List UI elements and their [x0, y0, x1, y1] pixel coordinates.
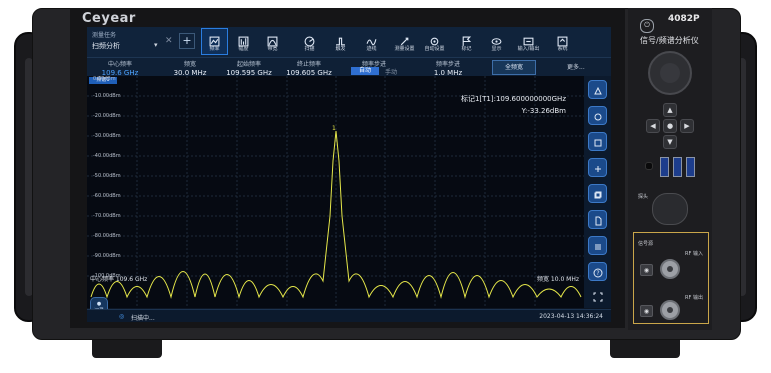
amplitude-icon — [231, 32, 256, 47]
usb-port-1 — [660, 157, 669, 177]
input-output-icon — [516, 32, 541, 46]
full-span-button[interactable]: 全频宽 — [492, 60, 536, 75]
arrow-right-icon[interactable]: ▶ — [680, 119, 694, 133]
probe-button[interactable] — [652, 193, 688, 225]
frequency-icon — [202, 32, 227, 47]
sweep-icon — [297, 32, 322, 47]
toolbar-input-output[interactable]: 输入/输出 — [515, 28, 542, 55]
stop-freq-param[interactable]: 终止频率 109.605 GHz — [283, 59, 335, 77]
rotary-knob[interactable] — [648, 51, 692, 95]
svg-text:?: ? — [596, 270, 599, 277]
marker-readout-freq: 标记1[T1]:109.600000000GHz — [460, 95, 566, 103]
spectrum-plot[interactable]: 频谱1 1 0.00dBm -10.00dBm -20.00dBm -30.00… — [87, 76, 584, 308]
toolbar-system[interactable]: 系统 — [549, 28, 576, 55]
toolbar-sweep[interactable]: 扫描 — [296, 28, 323, 55]
trigger-icon — [328, 32, 353, 46]
measure-setup-icon — [392, 32, 417, 46]
status-bar: ◎ 扫描中... 2023-04-13 14:36:24 — [87, 309, 611, 322]
status-time: 2023-04-13 14:36:24 — [539, 313, 603, 320]
mode-label: 测量任务 — [92, 32, 117, 39]
rf-out-switch[interactable]: ◉ — [640, 305, 653, 317]
rf-out-label: RF 输出 — [685, 295, 703, 301]
toolbar-measure-setup[interactable]: 测量设置 — [391, 28, 418, 55]
toolbar-frequency[interactable]: 频率 — [201, 28, 228, 55]
trace-icon — [359, 32, 384, 46]
toolbar-trace[interactable]: 迹线 — [358, 28, 385, 55]
brand-logo: Ceyear — [82, 11, 136, 26]
status-text: 扫描中... — [131, 315, 155, 322]
rf-in-switch[interactable]: ◉ — [640, 264, 653, 276]
svg-text:1: 1 — [332, 125, 336, 132]
usb-port-2 — [673, 157, 682, 177]
center-freq-param[interactable]: 中心频率 109.6 GHz — [95, 59, 145, 77]
screen: 测量任务 扫频分析 ▾ ✕ + 频率 幅度 带宽 扫描 触发 迹线 测量设置 自… — [87, 27, 611, 322]
toolbar: 测量任务 扫频分析 ▾ ✕ + 频率 幅度 带宽 扫描 触发 迹线 测量设置 自… — [87, 27, 611, 57]
parameter-bar: 中心频率 109.6 GHz 频宽 30.0 MHz 起始频率 109.595 … — [87, 57, 611, 77]
mode-selector[interactable]: 测量任务 扫频分析 ▾ — [92, 30, 160, 54]
usb-port-3 — [686, 157, 695, 177]
enter-button[interactable]: ● — [663, 119, 677, 133]
toolbar-bandwidth[interactable]: 带宽 — [259, 28, 286, 55]
model-label: 4082P — [668, 14, 700, 24]
marker-readout-level: Y:-33.26dBm — [521, 107, 566, 115]
marker-icon — [454, 32, 479, 46]
rf-in-label: RF 输入 — [685, 251, 703, 257]
mode-value: 扫频分析 — [92, 42, 120, 50]
x-axis-right-label: 频宽 10.0 MHz — [537, 276, 580, 283]
side-toolbar: ? — [584, 76, 611, 308]
arrow-down-icon[interactable]: ▼ — [663, 135, 677, 149]
toolbar-trigger[interactable]: 触发 — [327, 28, 354, 55]
system-icon — [550, 32, 575, 47]
list-icon[interactable] — [588, 236, 607, 255]
recall-icon[interactable] — [588, 158, 607, 177]
save-icon[interactable] — [588, 132, 607, 151]
toolbar-marker[interactable]: 标记 — [453, 28, 480, 55]
x-axis-left-label: 中心频率 109.6 GHz — [90, 276, 148, 283]
arrow-up-icon[interactable]: ▲ — [663, 103, 677, 117]
toolbar-display[interactable]: 显示 — [483, 28, 510, 55]
preset-icon[interactable] — [588, 80, 607, 99]
toolbar-amplitude[interactable]: 幅度 — [230, 28, 257, 55]
display-icon — [484, 32, 509, 45]
probe-label: 探头 — [638, 194, 649, 200]
step-manual-button[interactable]: 手动 — [385, 67, 397, 76]
span-param[interactable]: 频宽 30.0 MHz — [165, 59, 215, 77]
plot-grid: 1 — [87, 76, 584, 308]
gen-label: 信号源 — [638, 241, 654, 247]
rf-in-connector — [660, 259, 680, 279]
headphone-jack — [645, 162, 653, 170]
step-param[interactable]: 频率步进 1.0 MHz — [425, 59, 471, 77]
help-icon[interactable]: ? — [588, 262, 607, 281]
add-mode-button[interactable]: + — [179, 33, 195, 49]
marker-search-icon[interactable] — [588, 106, 607, 125]
close-icon[interactable]: ✕ — [165, 36, 173, 46]
start-freq-param[interactable]: 起始频率 109.595 GHz — [223, 59, 275, 77]
more-button[interactable]: 更多... — [567, 62, 585, 71]
fullscreen-icon[interactable] — [588, 286, 607, 305]
arrow-left-icon[interactable]: ◀ — [646, 119, 660, 133]
step-auto-button[interactable]: 自动 — [351, 67, 379, 75]
copy-icon[interactable] — [588, 184, 607, 203]
auto-setup-icon — [422, 32, 447, 46]
power-icon[interactable]: ⏻ — [640, 19, 654, 33]
toolbar-auto-setup[interactable]: 自动设置 — [421, 28, 448, 55]
device-title: 信号/频谱分析仪 — [640, 36, 699, 45]
status-icon: ◎ — [119, 313, 125, 320]
rf-out-connector — [660, 300, 680, 320]
bandwidth-icon — [260, 32, 285, 47]
file-icon[interactable] — [588, 210, 607, 229]
chevron-down-icon: ▾ — [154, 41, 158, 49]
